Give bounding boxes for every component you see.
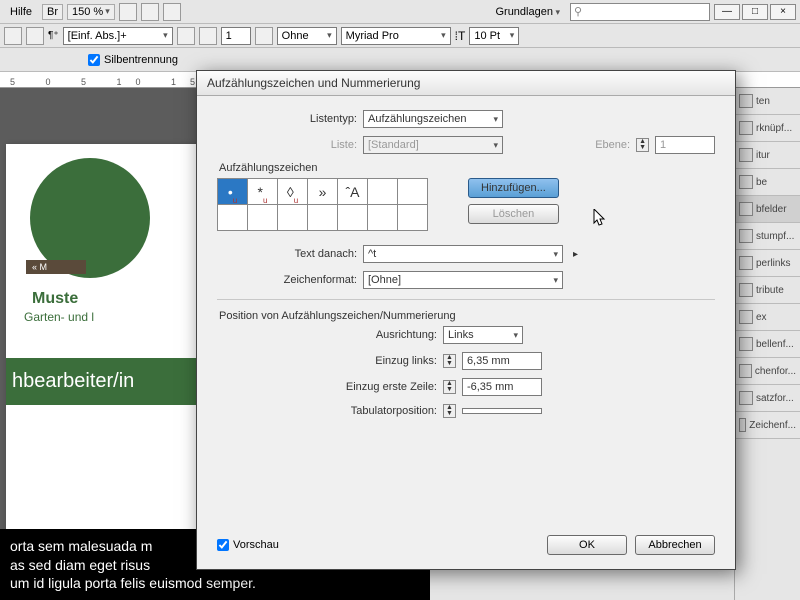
para-style-icon[interactable] — [26, 27, 44, 45]
panel-tab[interactable]: chenfor... — [735, 358, 800, 385]
align-label: Ausrichtung: — [217, 329, 437, 341]
first-line-stepper[interactable]: ▲▼ — [443, 380, 456, 394]
first-line-input[interactable]: -6,35 mm — [462, 378, 542, 396]
bullet-cell[interactable]: ˆA — [338, 179, 368, 205]
ok-button[interactable]: OK — [547, 535, 627, 555]
app-toolbar-1: Hilfe Br 150 % Grundlagen ⚲ — □ × — [0, 0, 800, 24]
close-button[interactable]: × — [770, 4, 796, 20]
bullet-cell[interactable]: » — [308, 179, 338, 205]
list-label: Liste: — [217, 139, 357, 151]
panel-tab[interactable]: tribute — [735, 277, 800, 304]
zoom-select[interactable]: 150 % — [67, 4, 115, 20]
indent-left-label: Einzug links: — [217, 355, 437, 367]
para-panel-icon[interactable] — [4, 27, 22, 45]
search-input[interactable]: ⚲ — [570, 3, 710, 21]
app-toolbar-2: ¶⁺ [Einf. Abs.]+▾ 1 Ohne▾ Myriad Pro▾ ⁞T… — [0, 24, 800, 48]
screen-mode-icon[interactable] — [141, 3, 159, 21]
first-line-label: Einzug erste Zeile: — [217, 381, 437, 393]
tab-pos-label: Tabulatorposition: — [217, 405, 437, 417]
align-icon[interactable] — [177, 27, 195, 45]
minimize-button[interactable]: — — [714, 4, 740, 20]
panel-dock: ten rknüpf... itur be bfelder stumpf... … — [734, 88, 800, 600]
span-select[interactable]: Ohne▾ — [277, 27, 337, 45]
font-select[interactable]: Myriad Pro▾ — [341, 27, 451, 45]
app-toolbar-3: Silbentrennung — [0, 48, 800, 72]
tab-pos-input[interactable] — [462, 408, 542, 414]
brand-title: Muste — [32, 290, 216, 308]
bullets-numbering-dialog: Aufzählungszeichen und Nummerierung List… — [196, 70, 736, 570]
panel-tab[interactable]: bellenf... — [735, 331, 800, 358]
column-count-input[interactable]: 1 — [221, 27, 251, 45]
brand-subtitle: Garten- und l — [24, 310, 216, 324]
page: « M Muste Garten- und l hbearbeiter/in — [6, 144, 216, 584]
panel-tab[interactable]: ex — [735, 304, 800, 331]
bullet-cell[interactable]: *u — [248, 179, 278, 205]
panel-tab[interactable]: Zeichenf... — [735, 412, 800, 439]
ribbon-graphic: « M — [26, 260, 86, 274]
list-select: [Standard]▾ — [363, 136, 503, 154]
align-select[interactable]: Links▾ — [443, 326, 523, 344]
panel-tab[interactable]: itur — [735, 142, 800, 169]
headline-band: hbearbeiter/in — [6, 358, 216, 405]
view-mode-icon[interactable] — [119, 3, 137, 21]
level-input: 1 — [655, 136, 715, 154]
font-size-select[interactable]: 10 Pt▾ — [469, 27, 519, 45]
add-bullet-button[interactable]: Hinzufügen... — [468, 178, 559, 198]
bullet-cell[interactable]: •u — [218, 179, 248, 205]
delete-bullet-button: Löschen — [468, 204, 559, 224]
indent-left-stepper[interactable]: ▲▼ — [443, 354, 456, 368]
bullet-character-grid[interactable]: •u *u ◊u » ˆA — [217, 178, 428, 231]
bullet-cell[interactable] — [398, 179, 428, 205]
panel-tab[interactable]: ten — [735, 88, 800, 115]
arrange-icon[interactable] — [163, 3, 181, 21]
listtype-label: Listentyp: — [217, 113, 357, 125]
hyphenation-checkbox[interactable]: Silbentrennung — [88, 54, 178, 66]
bullets-section-label: Aufzählungszeichen — [219, 162, 715, 174]
listtype-select[interactable]: Aufzählungszeichen▾ — [363, 110, 503, 128]
span-icon[interactable] — [255, 27, 273, 45]
panel-tab[interactable]: satzfor... — [735, 385, 800, 412]
workspace-select[interactable]: Grundlagen — [489, 4, 566, 20]
tab-pos-stepper[interactable]: ▲▼ — [443, 404, 456, 418]
panel-tab[interactable]: stumpf... — [735, 223, 800, 250]
columns-icon[interactable] — [199, 27, 217, 45]
dialog-title: Aufzählungszeichen und Nummerierung — [197, 71, 735, 96]
panel-tab[interactable]: bfelder — [735, 196, 800, 223]
panel-tab[interactable]: perlinks — [735, 250, 800, 277]
text-after-label: Text danach: — [217, 248, 357, 260]
level-stepper: ▲▼ — [636, 138, 649, 152]
help-menu[interactable]: Hilfe — [4, 4, 38, 20]
bullet-cell[interactable] — [218, 205, 248, 231]
level-label: Ebene: — [595, 139, 630, 151]
cancel-button[interactable]: Abbrechen — [635, 535, 715, 555]
bridge-button[interactable]: Br — [42, 4, 63, 20]
char-style-select[interactable]: [Ohne]▾ — [363, 271, 563, 289]
bullet-cell[interactable] — [368, 179, 398, 205]
text-after-flyout-icon[interactable]: ▸ — [573, 249, 578, 260]
char-style-label: Zeichenformat: — [217, 274, 357, 286]
preview-checkbox[interactable]: Vorschau — [217, 539, 279, 551]
document-canvas: « M Muste Garten- und l hbearbeiter/in — [0, 88, 220, 600]
panel-tab[interactable]: be — [735, 169, 800, 196]
para-style-select[interactable]: [Einf. Abs.]+▾ — [63, 27, 173, 45]
position-section-label: Position von Aufzählungszeichen/Nummerie… — [219, 310, 715, 322]
text-after-select[interactable]: ^t▾ — [363, 245, 563, 263]
indent-left-input[interactable]: 6,35 mm — [462, 352, 542, 370]
bullet-cell[interactable]: ◊u — [278, 179, 308, 205]
panel-tab[interactable]: rknüpf... — [735, 115, 800, 142]
maximize-button[interactable]: □ — [742, 4, 768, 20]
